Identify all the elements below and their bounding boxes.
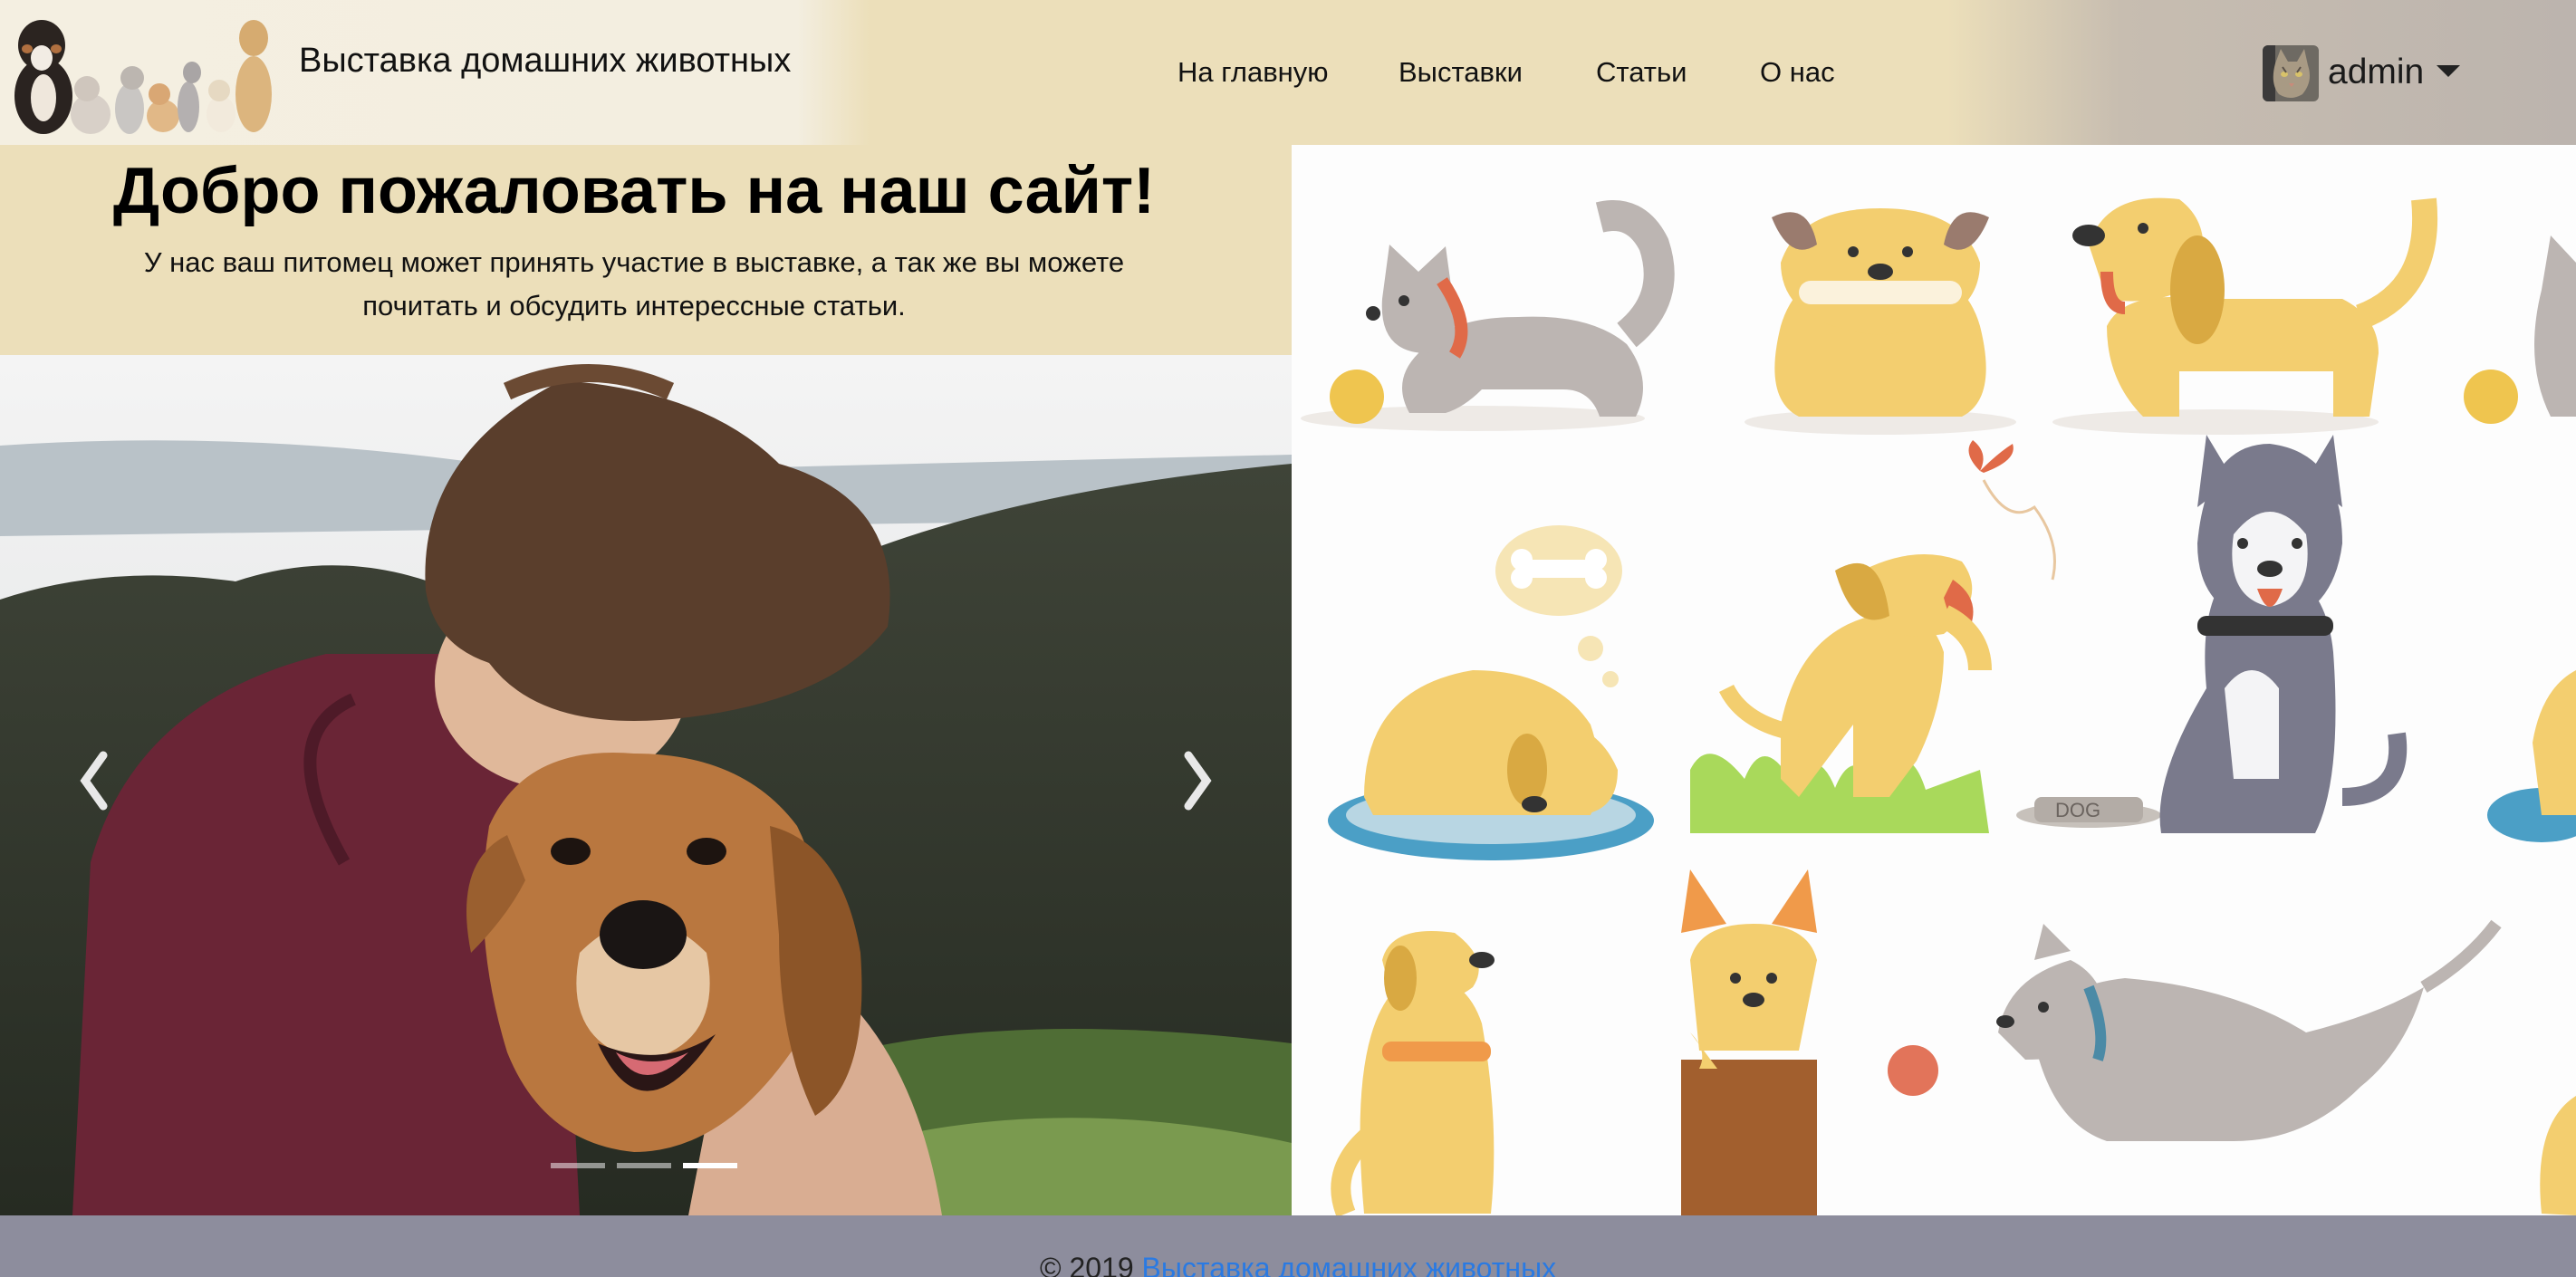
chevron-right-icon[interactable]: [1168, 744, 1223, 817]
site-header: Выставка домашних животных На главную Вы…: [0, 0, 2576, 145]
nav-exhibitions[interactable]: Выставки: [1399, 56, 1523, 89]
photo-carousel: [0, 355, 1292, 1215]
carousel-indicator-3[interactable]: [683, 1163, 737, 1168]
cat-avatar-icon[interactable]: [2263, 45, 2319, 101]
site-footer: © 2019 Выставка домашних животных: [0, 1215, 2576, 1277]
user-name[interactable]: admin: [2328, 53, 2424, 92]
nav-about[interactable]: О нас: [1760, 56, 1835, 89]
carousel-slide-image: [0, 355, 1292, 1215]
caret-down-icon[interactable]: [2437, 63, 2460, 82]
carousel-indicator-1[interactable]: [551, 1163, 605, 1168]
copyright-text: © 2019: [1040, 1252, 1134, 1277]
nav-home[interactable]: На главную: [1177, 56, 1329, 89]
svg-text:DOG: DOG: [2055, 799, 2100, 821]
chevron-left-icon[interactable]: [69, 744, 123, 817]
nav-articles[interactable]: Статьи: [1596, 56, 1687, 89]
welcome-banner: Добро пожаловать на наш сайт! У нас ваш …: [0, 145, 1292, 355]
footer-copyright: © 2019 Выставка домашних животных: [1040, 1252, 1556, 1277]
dogs-illustration: DOG: [1292, 145, 2576, 1215]
welcome-title: Добро пожаловать на наш сайт!: [112, 155, 1156, 227]
pets-logo-icon[interactable]: [7, 7, 275, 138]
site-title[interactable]: Выставка домашних животных: [299, 42, 791, 81]
carousel-indicator-2[interactable]: [617, 1163, 671, 1168]
welcome-text: У нас ваш питомец может принять участие …: [143, 246, 1125, 322]
footer-site-link[interactable]: Выставка домашних животных: [1142, 1252, 1557, 1277]
